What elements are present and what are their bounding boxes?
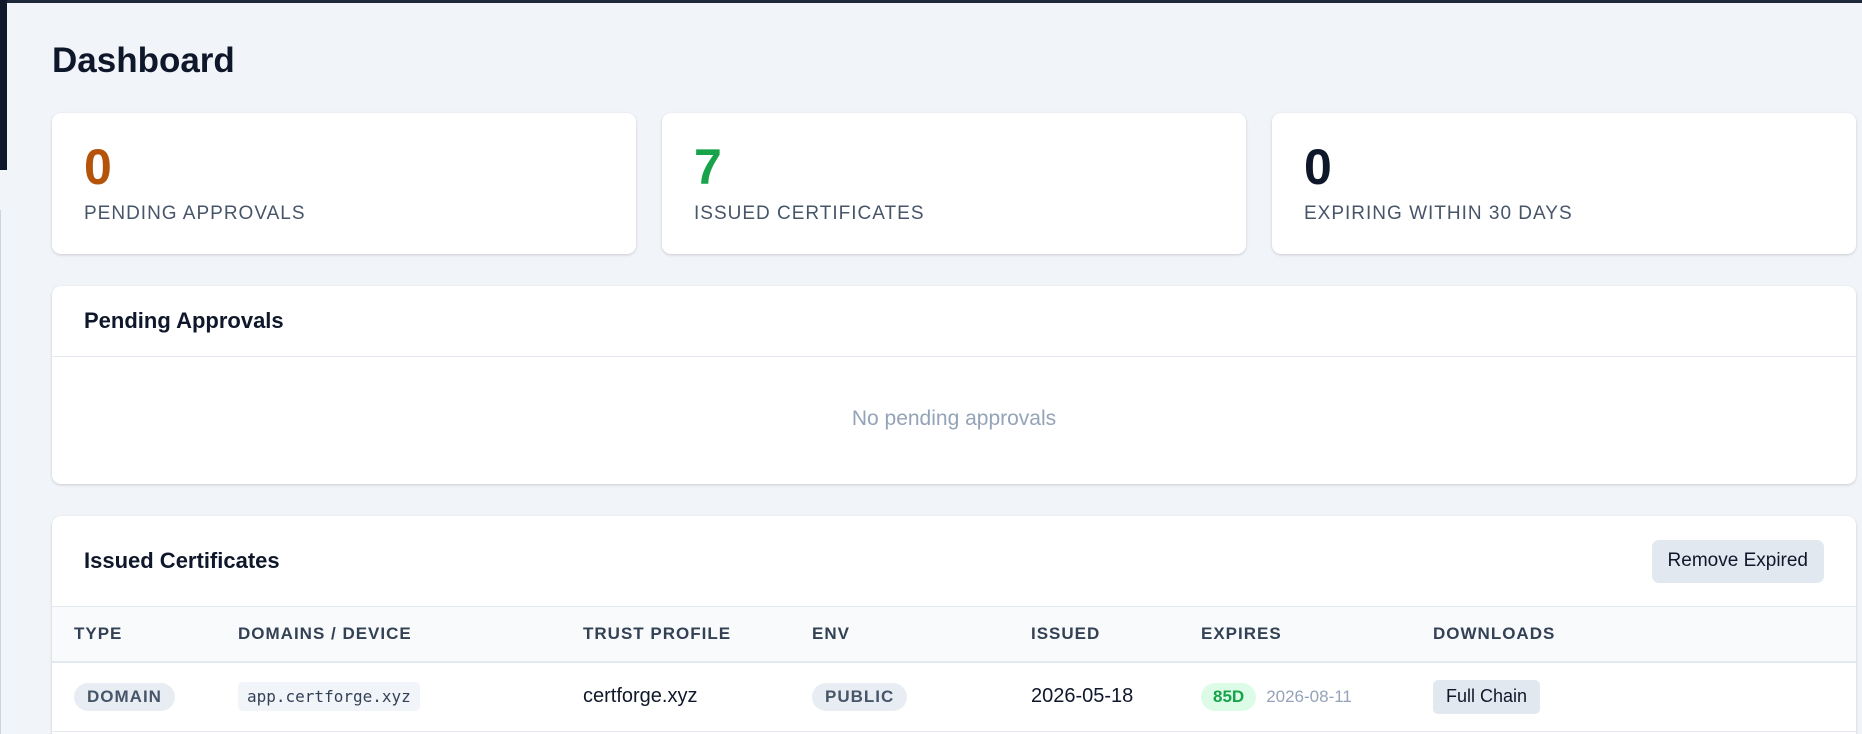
column-header-type[interactable]: TYPE	[52, 607, 216, 662]
column-header-domains[interactable]: DOMAINS / DEVICE	[216, 607, 561, 662]
stat-card-pending: 0 PENDING APPROVALS	[52, 113, 636, 254]
stats-row: 0 PENDING APPROVALS 7 ISSUED CERTIFICATE…	[52, 113, 1856, 254]
full-chain-download-button[interactable]: Full Chain	[1433, 679, 1541, 714]
issued-panel-title: Issued Certificates	[84, 548, 280, 573]
pending-panel-title: Pending Approvals	[84, 308, 284, 333]
pending-panel-header: Pending Approvals	[52, 286, 1856, 357]
column-header-trust-profile[interactable]: TRUST PROFILE	[561, 607, 790, 662]
stat-value-expiring: 0	[1304, 139, 1332, 195]
column-header-expires[interactable]: EXPIRES	[1179, 607, 1411, 662]
column-header-downloads[interactable]: DOWNLOADS	[1411, 607, 1856, 662]
certificates-table: TYPE DOMAINS / DEVICE TRUST PROFILE ENV …	[52, 606, 1856, 732]
sidebar-edge	[0, 210, 1, 734]
stat-label-expiring: EXPIRING WITHIN 30 DAYS	[1304, 203, 1573, 224]
type-badge: DOMAIN	[74, 682, 175, 711]
column-header-issued[interactable]: ISSUED	[1009, 607, 1179, 662]
pending-approvals-panel: Pending Approvals No pending approvals	[52, 286, 1856, 484]
stat-value-pending: 0	[84, 139, 112, 195]
empty-state-message: No pending approvals	[851, 407, 1057, 430]
stat-card-expiring: 0 EXPIRING WITHIN 30 DAYS	[1272, 113, 1856, 254]
expires-days-badge: 85D	[1201, 682, 1257, 711]
column-header-env[interactable]: ENV	[790, 607, 1009, 662]
table-header-row: TYPE DOMAINS / DEVICE TRUST PROFILE ENV …	[52, 606, 1856, 662]
table-row: DOMAIN app.certforge.xyz certforge.xyz P…	[52, 662, 1856, 732]
page-title: Dashboard	[52, 41, 235, 80]
remove-expired-button[interactable]: Remove Expired	[1651, 539, 1824, 583]
main-content: Dashboard 0 PENDING APPROVALS 7 ISSUED C…	[52, 3, 1856, 734]
stat-value-issued: 7	[694, 139, 722, 195]
trust-profile-cell: certforge.xyz	[583, 685, 698, 708]
env-badge: PUBLIC	[812, 682, 908, 711]
domain-code: app.certforge.xyz	[238, 682, 420, 712]
stat-label-pending: PENDING APPROVALS	[84, 203, 306, 224]
issued-panel-header: Issued Certificates Remove Expired	[52, 516, 1856, 606]
stat-label-issued: ISSUED CERTIFICATES	[694, 203, 925, 224]
sidebar-collapsed	[0, 0, 7, 170]
expires-date: 2026-08-11	[1266, 686, 1352, 706]
stat-card-issued: 7 ISSUED CERTIFICATES	[662, 113, 1246, 254]
issued-certificates-panel: Issued Certificates Remove Expired TYPE …	[52, 516, 1856, 734]
issued-date-cell: 2026-05-18	[1031, 685, 1134, 708]
